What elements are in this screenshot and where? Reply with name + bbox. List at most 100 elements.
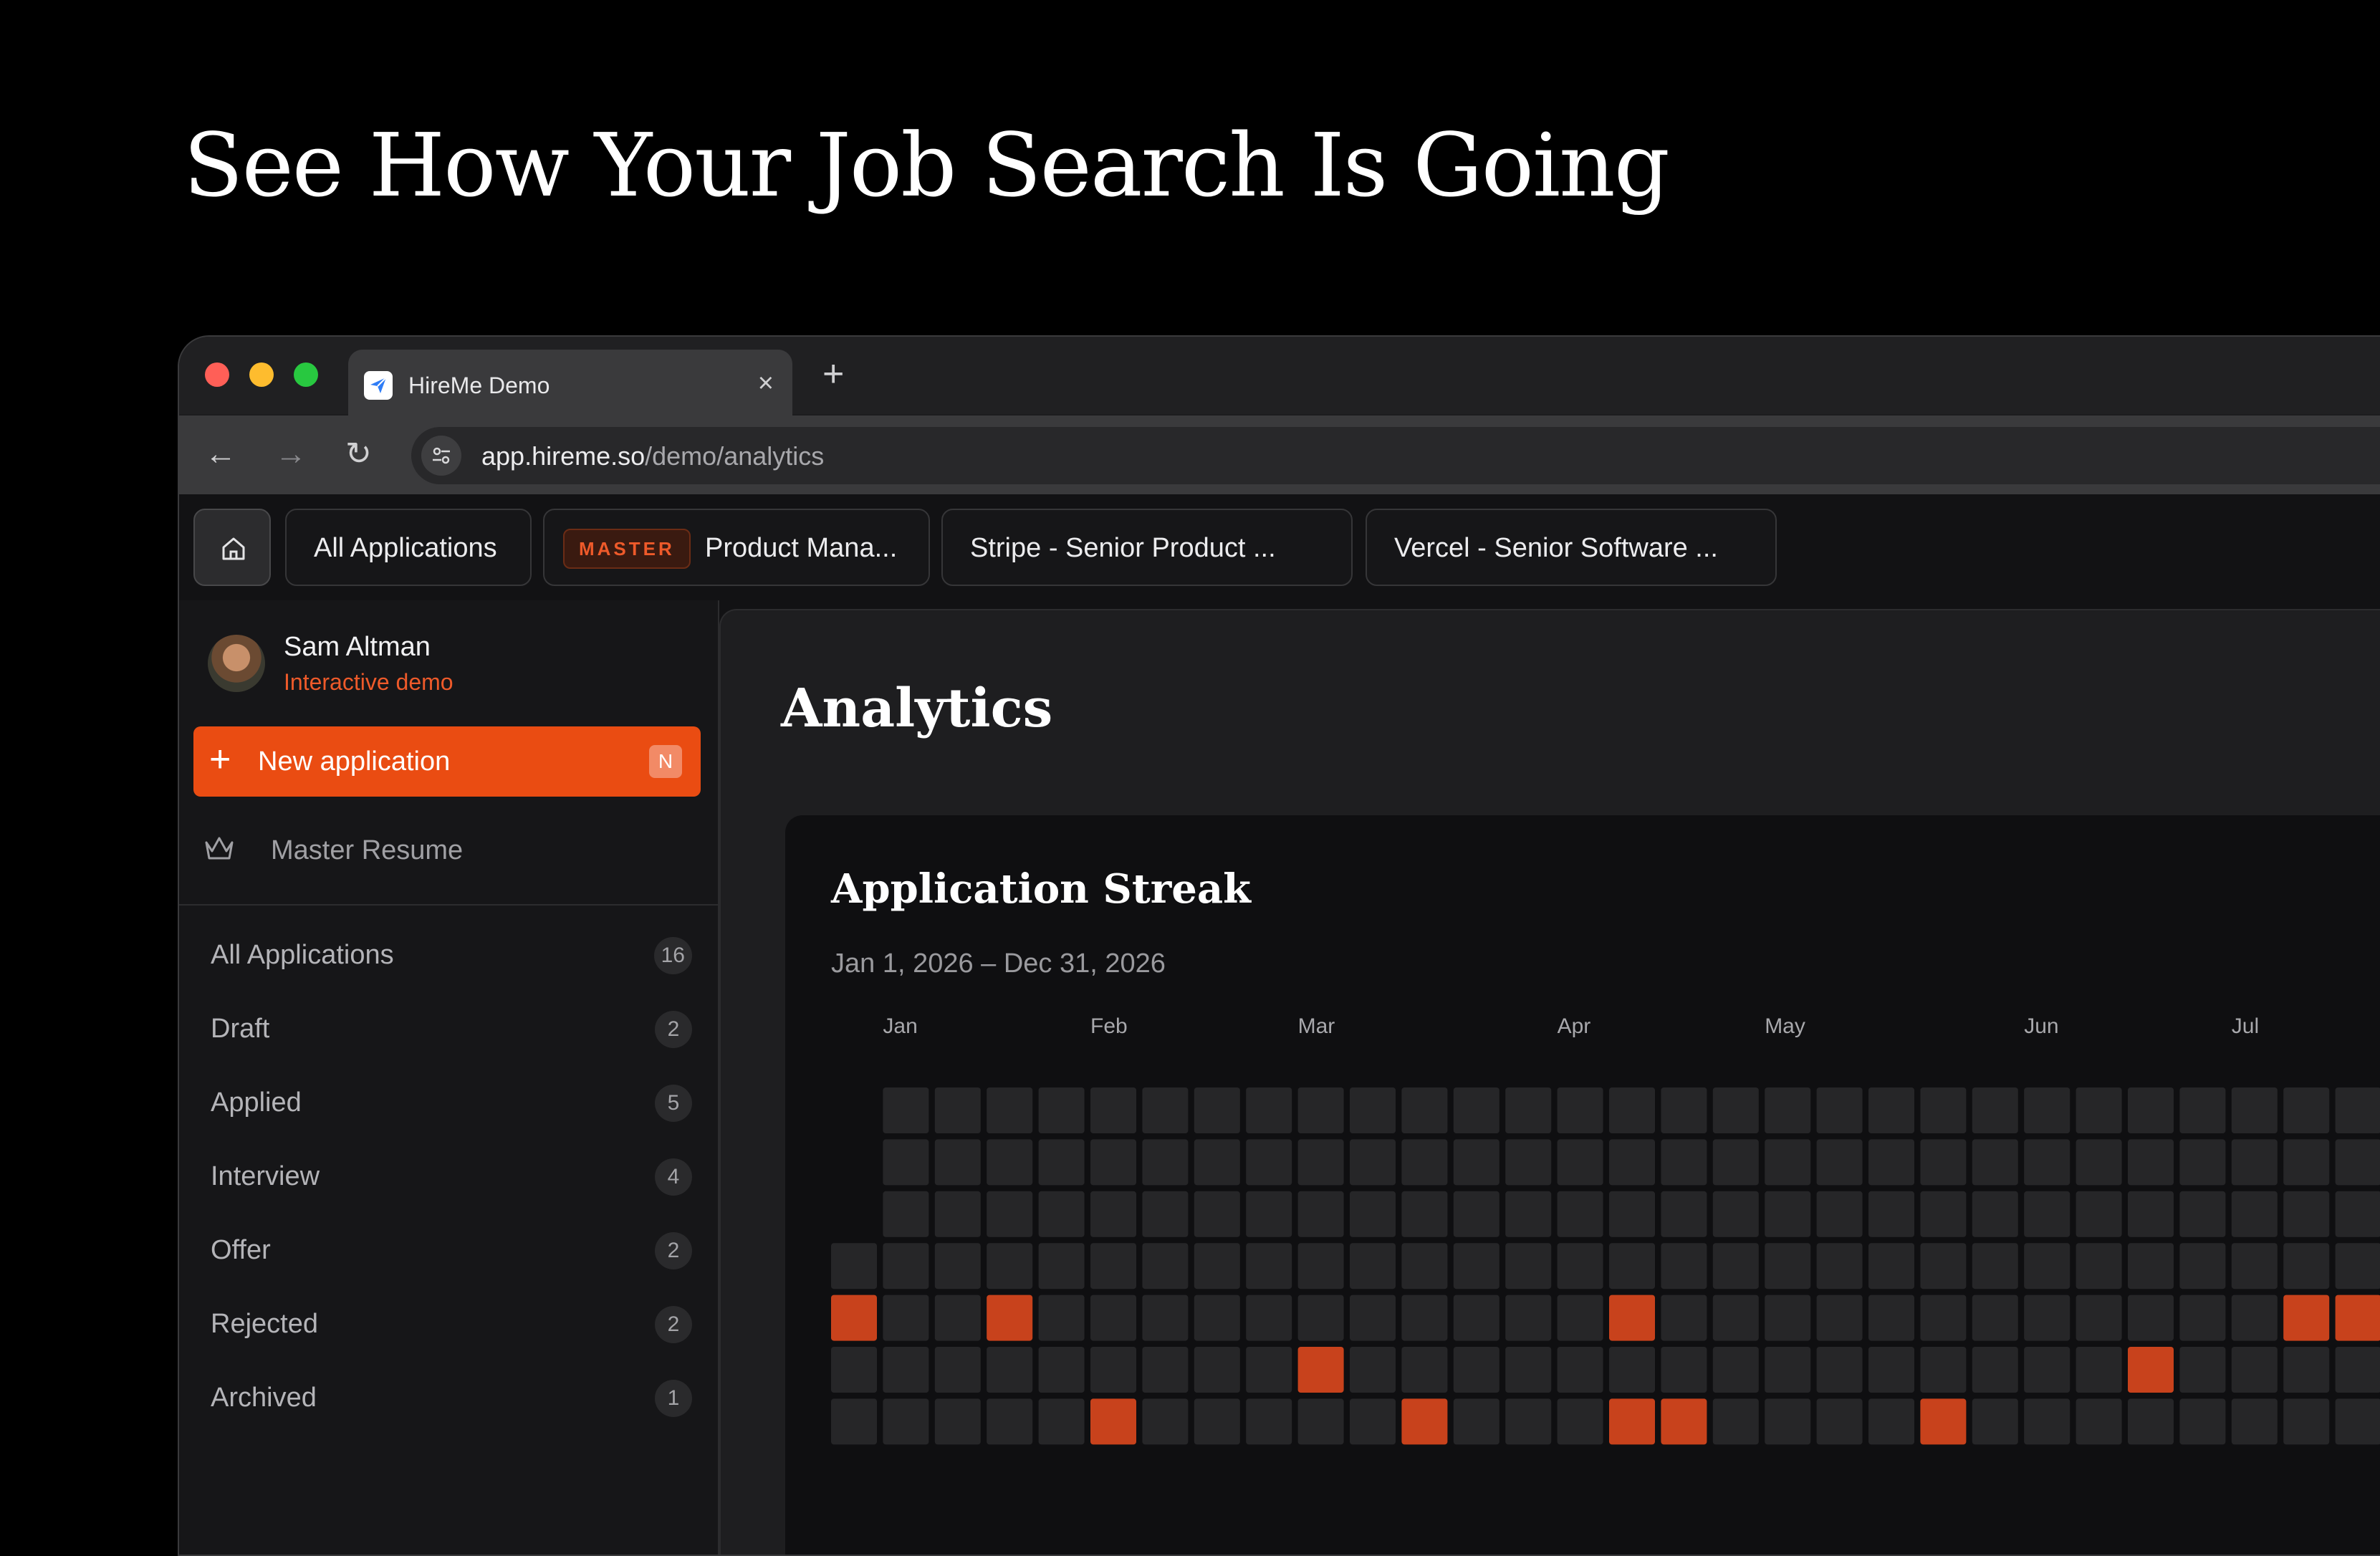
streak-cell[interactable]: [1868, 1139, 1914, 1186]
streak-cell-active[interactable]: [1661, 1398, 1707, 1445]
streak-cell[interactable]: [1297, 1398, 1344, 1445]
url-text[interactable]: app.hireme.so/demo/analytics: [481, 441, 824, 471]
streak-cell[interactable]: [987, 1191, 1033, 1237]
streak-cell[interactable]: [934, 1139, 981, 1186]
streak-cell[interactable]: [1972, 1243, 2018, 1290]
streak-cell-active[interactable]: [1090, 1398, 1136, 1445]
streak-cell[interactable]: [2283, 1398, 2330, 1445]
streak-cell[interactable]: [1142, 1243, 1189, 1290]
streak-cell[interactable]: [1920, 1347, 1967, 1393]
streak-cell[interactable]: [2231, 1191, 2278, 1237]
streak-cell[interactable]: [1557, 1295, 1603, 1341]
streak-cell[interactable]: [1557, 1347, 1603, 1393]
streak-cell[interactable]: [1920, 1139, 1967, 1186]
streak-cell[interactable]: [2128, 1295, 2174, 1341]
streak-cell[interactable]: [1194, 1191, 1240, 1237]
streak-cell[interactable]: [934, 1398, 981, 1445]
streak-cell[interactable]: [1868, 1347, 1914, 1393]
streak-cell[interactable]: [1765, 1139, 1811, 1186]
streak-cell[interactable]: [1401, 1139, 1448, 1186]
streak-cell[interactable]: [2231, 1347, 2278, 1393]
streak-cell-active[interactable]: [1609, 1295, 1655, 1341]
streak-cell-active[interactable]: [1609, 1398, 1655, 1445]
streak-cell[interactable]: [1972, 1191, 2018, 1237]
streak-cell[interactable]: [1505, 1347, 1552, 1393]
app-tab-vercel[interactable]: Vercel - Senior Software ...: [1366, 509, 1777, 586]
streak-cell[interactable]: [1090, 1087, 1136, 1133]
streak-cell[interactable]: [2076, 1347, 2122, 1393]
streak-cell[interactable]: [934, 1243, 981, 1290]
streak-cell[interactable]: [1297, 1295, 1344, 1341]
streak-cell[interactable]: [2335, 1191, 2380, 1237]
streak-cell[interactable]: [1972, 1139, 2018, 1186]
streak-cell[interactable]: [1765, 1243, 1811, 1290]
streak-cell[interactable]: [1868, 1295, 1914, 1341]
streak-cell[interactable]: [1920, 1243, 1967, 1290]
sidebar-item-archived[interactable]: Archived 1: [211, 1375, 692, 1421]
streak-cell[interactable]: [2128, 1139, 2174, 1186]
streak-cell[interactable]: [2335, 1243, 2380, 1290]
streak-cell[interactable]: [2179, 1191, 2226, 1237]
streak-cell[interactable]: [1194, 1398, 1240, 1445]
streak-cell[interactable]: [1868, 1398, 1914, 1445]
streak-cell-active[interactable]: [1401, 1398, 1448, 1445]
streak-cell[interactable]: [2076, 1295, 2122, 1341]
streak-cell[interactable]: [1816, 1087, 1863, 1133]
streak-cell[interactable]: [2335, 1139, 2380, 1186]
streak-cell[interactable]: [1350, 1295, 1396, 1341]
streak-cell[interactable]: [1609, 1347, 1655, 1393]
streak-cell[interactable]: [1661, 1243, 1707, 1290]
streak-cell[interactable]: [2024, 1191, 2070, 1237]
streak-cell[interactable]: [2179, 1139, 2226, 1186]
streak-cell[interactable]: [1194, 1139, 1240, 1186]
streak-cell[interactable]: [1765, 1191, 1811, 1237]
streak-cell[interactable]: [1661, 1191, 1707, 1237]
minimize-window-button[interactable]: [249, 362, 274, 387]
streak-cell[interactable]: [2283, 1243, 2330, 1290]
streak-cell[interactable]: [1557, 1398, 1603, 1445]
site-settings-icon[interactable]: [421, 436, 461, 476]
streak-cell[interactable]: [1609, 1243, 1655, 1290]
streak-cell[interactable]: [1297, 1087, 1344, 1133]
streak-cell[interactable]: [1038, 1398, 1085, 1445]
streak-cell[interactable]: [1090, 1347, 1136, 1393]
streak-cell[interactable]: [1142, 1347, 1189, 1393]
address-bar[interactable]: app.hireme.so/demo/analytics: [411, 427, 2380, 484]
streak-cell[interactable]: [1038, 1087, 1085, 1133]
streak-cell[interactable]: [1661, 1347, 1707, 1393]
streak-cell[interactable]: [1712, 1398, 1759, 1445]
streak-cell[interactable]: [1194, 1243, 1240, 1290]
streak-cell[interactable]: [883, 1243, 929, 1290]
streak-cell[interactable]: [1142, 1295, 1189, 1341]
streak-cell[interactable]: [1350, 1347, 1396, 1393]
streak-cell[interactable]: [1765, 1087, 1811, 1133]
streak-cell[interactable]: [883, 1087, 929, 1133]
streak-cell[interactable]: [1038, 1347, 1085, 1393]
streak-cell-active[interactable]: [2335, 1295, 2380, 1341]
streak-cell[interactable]: [1246, 1398, 1292, 1445]
streak-cell[interactable]: [2179, 1398, 2226, 1445]
streak-cell[interactable]: [2024, 1243, 2070, 1290]
streak-cell[interactable]: [831, 1398, 877, 1445]
streak-cell[interactable]: [1920, 1191, 1967, 1237]
streak-cell[interactable]: [1194, 1347, 1240, 1393]
sidebar-item-applied[interactable]: Applied 5: [211, 1080, 692, 1126]
streak-cell[interactable]: [1401, 1087, 1448, 1133]
streak-cell[interactable]: [1765, 1398, 1811, 1445]
streak-cell[interactable]: [1090, 1243, 1136, 1290]
streak-cell[interactable]: [987, 1139, 1033, 1186]
streak-cell[interactable]: [2179, 1243, 2226, 1290]
streak-cell[interactable]: [2335, 1398, 2380, 1445]
streak-cell[interactable]: [1712, 1139, 1759, 1186]
streak-cell[interactable]: [2076, 1087, 2122, 1133]
master-resume-link[interactable]: Master Resume: [203, 828, 691, 871]
streak-cell[interactable]: [1712, 1347, 1759, 1393]
streak-cell[interactable]: [1609, 1139, 1655, 1186]
streak-cell[interactable]: [1765, 1295, 1811, 1341]
streak-cell[interactable]: [1297, 1243, 1344, 1290]
streak-cell[interactable]: [1816, 1398, 1863, 1445]
streak-cell[interactable]: [1246, 1347, 1292, 1393]
streak-cell[interactable]: [1505, 1398, 1552, 1445]
streak-cell[interactable]: [2179, 1087, 2226, 1133]
streak-cell[interactable]: [1920, 1295, 1967, 1341]
